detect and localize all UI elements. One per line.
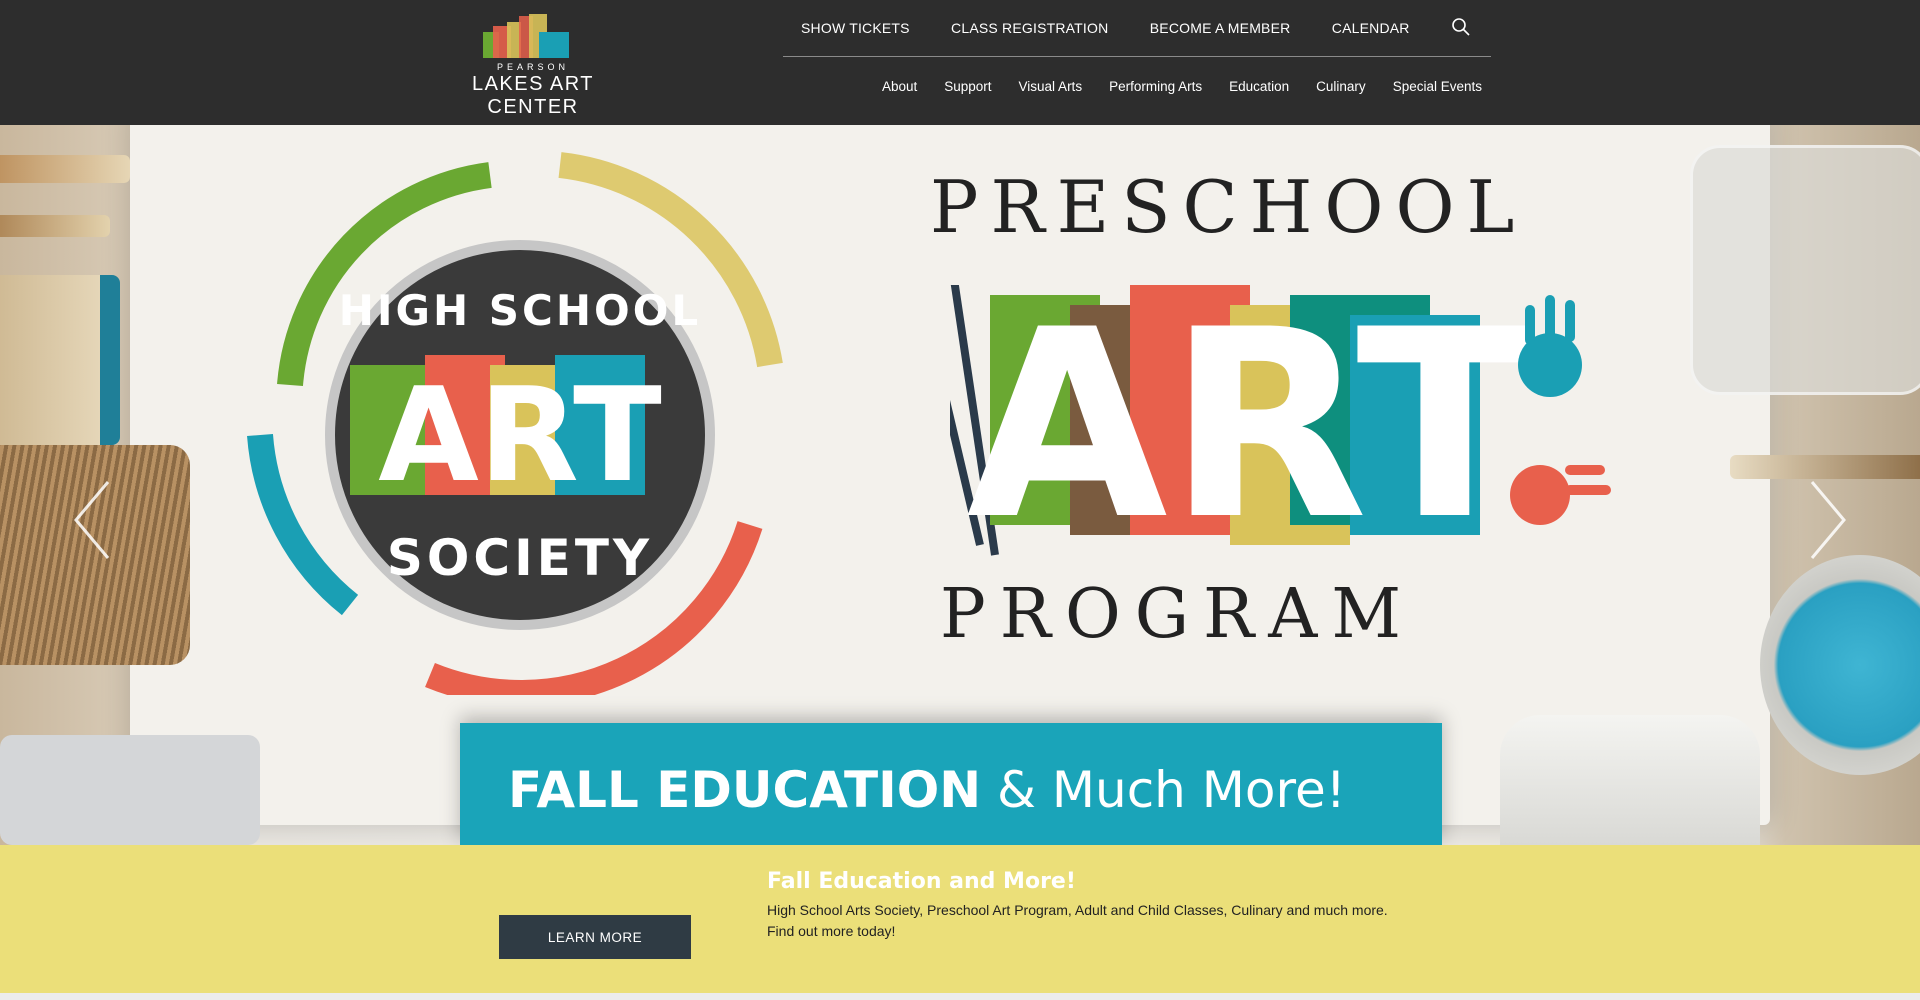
nav-show-tickets[interactable]: SHOW TICKETS [801,20,910,36]
site-logo[interactable]: PEARSON LAKES ART CENTER [428,14,638,118]
white-tube-decoration [1500,715,1760,845]
pigment-bowl-decoration [1760,555,1920,775]
banner-text: FALL EDUCATION & Much More! [508,761,1346,819]
badge-art-text: ART [378,359,662,511]
nav-calendar[interactable]: CALENDAR [1332,20,1410,36]
subnav-culinary[interactable]: Culinary [1316,79,1366,94]
site-header: PEARSON LAKES ART CENTER SHOW TICKETS CL… [0,0,1920,125]
subnav-special-events[interactable]: Special Events [1393,79,1482,94]
page-bottom-strip [0,993,1920,1000]
paintbrush-decoration [0,155,130,183]
banner-rest-text: & Much More! [996,761,1346,819]
subnav-about[interactable]: About [882,79,917,94]
preschool-title: PRESCHOOL [930,165,1527,249]
top-nav: SHOW TICKETS CLASS REGISTRATION BECOME A… [783,0,1491,57]
subnav-visual-arts[interactable]: Visual Arts [1019,79,1083,94]
subnav-performing-arts[interactable]: Performing Arts [1109,79,1202,94]
hero-slider: HIGH SCHOOL ART SOCIETY PRESCHOOL ART PR… [0,125,1920,845]
banner-bold-text: FALL EDUCATION [508,761,982,819]
nav-become-a-member[interactable]: BECOME A MEMBER [1150,20,1291,36]
glass-jar-decoration [1690,145,1920,395]
search-icon[interactable] [1451,17,1473,39]
hero-banner: FALL EDUCATION & Much More! [460,723,1442,845]
paintbrush-decoration [1730,455,1920,479]
caption-body: High School Arts Society, Preschool Art … [767,902,1388,939]
sub-nav: About Support Visual Arts Performing Art… [882,79,1482,94]
subnav-education[interactable]: Education [1229,79,1289,94]
logo-bars-icon [483,14,569,58]
logo-pearson-text: PEARSON [496,62,569,72]
chevron-left-icon[interactable] [72,480,112,560]
preschool-bottom-text: PROGRAM [940,575,1415,654]
caption-title: Fall Education and More! [767,869,1076,894]
logo-name-text: LAKES ART CENTER [471,73,595,118]
palette-tray-decoration [0,735,260,845]
high-school-art-society-logo: HIGH SCHOOL ART SOCIETY [247,152,783,695]
preschool-art-text: ART [966,285,1534,577]
nav-class-registration[interactable]: CLASS REGISTRATION [951,20,1108,36]
preschool-art-graphic: ART [950,285,1611,577]
badge-bottom-text: SOCIETY [387,529,653,587]
paintbrush-decoration [0,215,110,237]
badge-top-text: HIGH SCHOOL [339,286,701,335]
paint-tube-decoration [0,275,120,445]
subnav-support[interactable]: Support [944,79,991,94]
chevron-right-icon[interactable] [1808,480,1848,560]
slide-caption: LEARN MORE Fall Education and More! High… [0,845,1920,993]
learn-more-button[interactable]: LEARN MORE [499,915,691,959]
